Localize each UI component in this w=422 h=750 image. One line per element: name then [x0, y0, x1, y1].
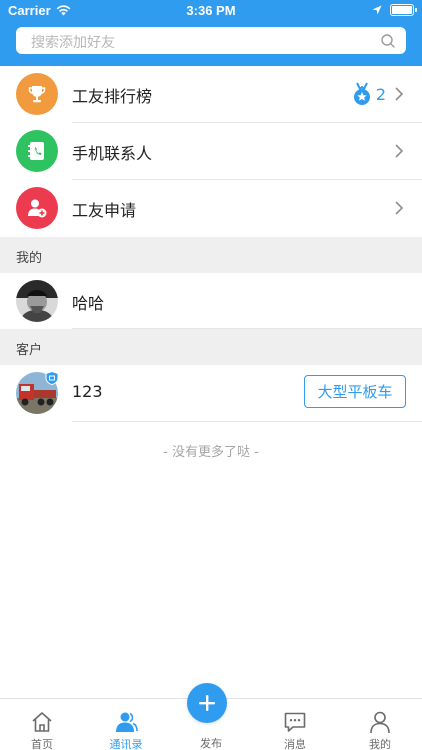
search-input[interactable]: 搜索添加好友: [16, 27, 406, 54]
plus-icon: [199, 695, 215, 711]
person-avatar: [16, 280, 58, 322]
menu-label-leaderboard: 工友排行榜: [72, 87, 153, 106]
add-user-icon: [16, 187, 58, 229]
section-title-customers: 客户: [16, 343, 43, 358]
profile-icon: [370, 711, 390, 734]
tab-label-contacts: 通讯录: [109, 738, 143, 750]
phonebook-icon: [16, 130, 58, 172]
publish-button[interactable]: [187, 683, 227, 723]
search-placeholder: 搜索添加好友: [31, 35, 115, 51]
divider: [72, 421, 422, 422]
home-icon: [32, 712, 52, 732]
no-more-text: - 没有更多了哒 -: [163, 445, 259, 460]
header: Carrier 3:36 PM 搜索添加好友: [0, 0, 422, 66]
menu-label-phone-contacts: 手机联系人: [72, 144, 153, 163]
tab-label-publish: 发布: [200, 737, 222, 750]
badge-count: 2: [375, 84, 386, 104]
contact-name: 123: [72, 382, 103, 401]
menu-item-friend-requests[interactable]: 工友申请: [0, 180, 422, 237]
menu-item-phone-contacts[interactable]: 手机联系人: [0, 123, 422, 180]
contact-row[interactable]: 123 大型平板车: [0, 365, 422, 422]
contacts-icon: [116, 712, 138, 732]
tab-home[interactable]: 首页: [0, 699, 84, 750]
section-header-mine: 我的: [0, 237, 422, 273]
vehicle-type-tag[interactable]: 大型平板车: [304, 375, 406, 408]
clock: 3:36 PM: [186, 3, 236, 18]
menu-label-friend-requests: 工友申请: [72, 201, 137, 220]
contact-name: 哈哈: [72, 294, 105, 313]
menu-item-leaderboard[interactable]: 工友排行榜 2: [0, 66, 422, 123]
search-icon: [381, 34, 395, 48]
tab-label-messages: 消息: [284, 738, 306, 750]
tab-messages[interactable]: 消息: [253, 699, 337, 750]
status-bar: Carrier 3:36 PM: [0, 0, 422, 22]
section-title-mine: 我的: [16, 251, 43, 266]
section-header-customers: 客户: [0, 329, 422, 365]
tab-contacts[interactable]: 通讯录: [84, 699, 168, 750]
shield-badge-icon: [45, 371, 59, 385]
location-arrow-icon: [372, 5, 382, 15]
message-icon: [284, 712, 306, 732]
tab-label-profile: 我的: [369, 738, 391, 750]
medal-badge: 2: [352, 82, 386, 106]
chevron-right-icon: [395, 87, 404, 101]
status-right: [372, 4, 417, 16]
tab-label-home: 首页: [31, 738, 53, 750]
chevron-right-icon: [395, 144, 404, 158]
battery-icon: [390, 4, 417, 16]
trophy-icon: [16, 73, 58, 115]
medal-icon: [353, 82, 370, 105]
contact-row[interactable]: 哈哈: [0, 273, 422, 330]
chevron-right-icon: [395, 201, 404, 215]
tab-profile[interactable]: 我的: [338, 699, 422, 750]
